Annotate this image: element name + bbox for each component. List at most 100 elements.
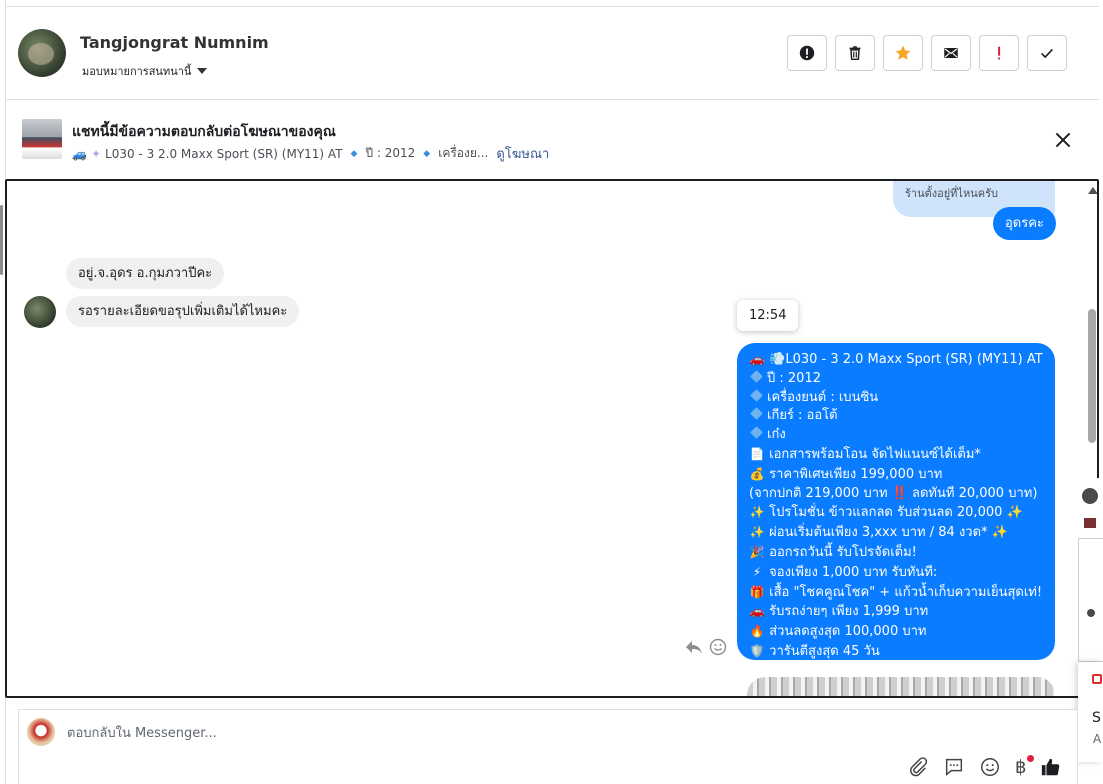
exclamation-icon (998, 46, 1001, 60)
blue-diamond-icon (750, 426, 763, 440)
car-icon: 🚙 (72, 146, 87, 161)
reply-composer: ฿ (18, 709, 1078, 784)
inbox-conversation-view: Tangjongrat Numnim มอบหมายการสนทนานี้ แช… (0, 0, 1103, 784)
ad-model: L030 - 3 2.0 Maxx Sport (SR) (MY11) AT (105, 146, 343, 161)
listing-text: โปรโมชั่น ข้าวแลกลด รับส่วนลด 20,000 ✨ (769, 505, 1023, 521)
listing-line: 🎁 เสื้อ "โชคคูณโชค" + แก้วน้ำเก็บความเย็… (749, 583, 1043, 603)
car-listing-message[interactable]: 🚗 💨L030 - 3 2.0 Maxx Sport (SR) (MY11) A… (737, 343, 1055, 660)
thumbs-up-icon[interactable] (1040, 756, 1062, 778)
listing-text: จองเพียง 1,000 บาท รับทันที: (769, 564, 938, 580)
listing-text: (จากปกติ 219,000 บาท ‼️ ลดทันที 20,000 บ… (749, 485, 1038, 501)
listing-text: เกียร์ : ออโต้ (767, 408, 838, 424)
view-ad-link[interactable]: ดูโฆษณา (496, 143, 549, 164)
alert-circle-icon (799, 45, 815, 61)
avatar[interactable] (1082, 488, 1098, 504)
emoji-icon: 🚗 (749, 604, 765, 619)
listing-line: ✨ โปรโมชั่น ข้าวแลกลด รับส่วนลด 20,000 ✨ (749, 503, 1043, 523)
notification-card[interactable]: S A (1078, 662, 1103, 762)
page-avatar (27, 718, 55, 746)
listing-line: ✨ ผ่อนเริ่มต้นเพียง 3,xxx บาท / 84 งวด* … (749, 523, 1043, 543)
listing-text: ผ่อนเริ่มต้นเพียง 3,xxx บาท / 84 งวด* ✨ (769, 525, 1008, 541)
avatar[interactable] (1087, 609, 1095, 617)
emoji-icon: 🛡️ (749, 643, 765, 658)
timestamp-tooltip: 12:54 (737, 300, 799, 331)
ad-banner-title: แชทนี้มีข้อความตอบกลับต่อโฆษณาของคุณ (72, 124, 336, 140)
ad-thumbnail[interactable] (22, 119, 62, 159)
emoji-icon: 🔥 (749, 624, 765, 639)
listing-line: 🛡️ วารันตีสูงสุด 45 วัน (749, 642, 1043, 662)
listing-text: วารันตีสูงสุด 45 วัน (769, 643, 880, 659)
message-actions (685, 638, 727, 656)
blue-diamond-icon (750, 388, 763, 402)
contact-name[interactable]: Tangjongrat Numnim (80, 33, 269, 52)
sparkle-icon: ✦ (90, 146, 102, 161)
message-thread[interactable]: ร้านตั้งอยู่ที่ไหนครับ อุดรคะ อยู่.จ.อุด… (5, 179, 1099, 698)
thumbnail[interactable] (1084, 518, 1096, 528)
delete-button[interactable] (835, 35, 875, 71)
side-panel-edge: S A (1078, 478, 1103, 784)
emoji-icon[interactable] (979, 756, 1001, 778)
envelope-icon (944, 48, 958, 58)
emoji-icon: ✨ (749, 525, 765, 540)
card-subtitle: A (1093, 732, 1102, 746)
scroll-thumb[interactable] (1088, 309, 1096, 443)
payment-baht-icon[interactable]: ฿ (1015, 754, 1035, 778)
paperclip-icon[interactable] (907, 756, 929, 778)
ad-reply-banner: แชทนี้มีข้อความตอบกลับต่อโฆษณาของคุณ 🚙 ✦… (6, 101, 1099, 179)
side-box (1078, 538, 1103, 662)
blue-diamond-icon (750, 369, 763, 383)
listing-text: เครื่องยนต์ : เบนซิน (767, 389, 879, 405)
reply-input[interactable] (67, 722, 907, 744)
listing-line: ⚡ จองเพียง 1,000 บาท รับทันที: (749, 563, 1043, 583)
star-icon (895, 45, 911, 60)
assign-label: มอบหมายการสนทนานี้ (82, 65, 192, 78)
image-attachment[interactable] (747, 677, 1055, 696)
scroll-up-arrow-icon[interactable] (1088, 187, 1097, 194)
blue-diamond-icon (750, 407, 763, 421)
diamond-icon: ◆ (423, 148, 431, 159)
listing-text: ออกรถวันนี้ รับโปรจัดเต็ม! (769, 544, 917, 560)
listing-line: เก๋ง (749, 426, 1043, 445)
listing-text: เสื้อ "โชคคูณโชค" + แก้วน้ำเก็บความเย็นส… (769, 584, 1043, 600)
checkmark-icon (1041, 48, 1053, 59)
listing-line: (จากปกติ 219,000 บาท ‼️ ลดทันที 20,000 บ… (749, 485, 1043, 504)
star-button[interactable] (883, 35, 923, 71)
listing-text: 💨L030 - 3 2.0 Maxx Sport (SR) (MY11) AT (769, 352, 1043, 367)
emoji-icon: 📄 (749, 446, 765, 461)
message-bubble-sent[interactable]: อุดรคะ (993, 207, 1056, 240)
message-bubble-received[interactable]: อยู่.จ.อุดร อ.กุมภวาปีคะ (66, 258, 225, 289)
report-spam-button[interactable] (787, 35, 827, 71)
listing-line: 🚗 💨L030 - 3 2.0 Maxx Sport (SR) (MY11) A… (749, 350, 1043, 370)
mark-unread-button[interactable] (931, 35, 971, 71)
listing-text: เก๋ง (767, 427, 786, 443)
strip-handle[interactable] (0, 205, 3, 275)
emoji-icon: 🎉 (749, 544, 765, 559)
listing-line: 📄 เอกสารพร้อมโอน จัดไฟแนนซ์ได้เต็ม* (749, 445, 1043, 465)
saved-replies-icon[interactable] (943, 756, 965, 778)
emoji-react-icon[interactable] (709, 638, 727, 656)
emoji-icon: ⚡ (752, 564, 762, 579)
contact-avatar-small[interactable] (24, 296, 56, 328)
listing-line: เกียร์ : ออโต้ (749, 407, 1043, 426)
listing-line: 🎉 ออกรถวันนี้ รับโปรจัดเต็ม! (749, 543, 1043, 563)
assign-conversation-dropdown[interactable]: มอบหมายการสนทนานี้ (82, 62, 208, 80)
listing-line: 🔥 ส่วนลดสูงสุด 100,000 บาท (749, 622, 1043, 642)
close-banner-icon[interactable] (1052, 129, 1074, 151)
diamond-icon: ◆ (350, 148, 358, 159)
card-title: S (1092, 710, 1101, 726)
listing-line: เครื่องยนต์ : เบนซิน (749, 388, 1043, 408)
listing-text: ปี : 2012 (767, 370, 821, 386)
conversation-toolbar (787, 35, 1067, 71)
conversation-header: Tangjongrat Numnim มอบหมายการสนทนานี้ (6, 6, 1099, 100)
caret-down-icon (197, 68, 208, 74)
message-bubble-received[interactable]: รอรายละเอียดขอรุปเพิ่มเติมได้ไหมคะ (66, 296, 300, 327)
listing-line: 🚗 รับรถง่ายๆ เพียง 1,999 บาท (749, 602, 1043, 622)
message-text: ร้านตั้งอยู่ที่ไหนครับ (905, 187, 998, 200)
trash-icon (849, 46, 861, 61)
contact-avatar[interactable] (18, 29, 66, 77)
composer-actions: ฿ (907, 754, 1062, 778)
mark-important-button[interactable] (979, 35, 1019, 71)
reply-icon[interactable] (685, 639, 703, 655)
mark-done-button[interactable] (1027, 35, 1067, 71)
ad-summary: 🚙 ✦ L030 - 3 2.0 Maxx Sport (SR) (MY11) … (72, 143, 549, 164)
